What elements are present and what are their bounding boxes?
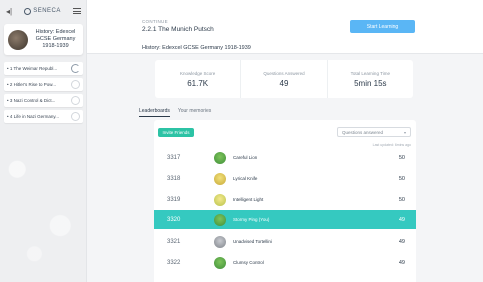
row-score: 50 [398, 154, 405, 161]
section-label: • 3 Nazi Control & Dict... [7, 98, 56, 103]
seneca-logo-icon [24, 7, 32, 15]
row-rank: 3322 [167, 259, 181, 266]
stat-knowledge-score: Knowledge Score 61.7K [155, 60, 242, 98]
stat-label: Questions Answered [263, 70, 305, 76]
course-title: History: Edexcel GCSE Germany 1918-1939 [35, 29, 76, 49]
continue-title[interactable]: 2.2.1 The Munich Putsch [142, 26, 214, 33]
chevron-down-icon: ▾ [403, 129, 406, 135]
tab-leaderboards[interactable]: Leaderboards [139, 108, 170, 117]
section-list: • 1 The Weimar Republ... • 2 Hitler's Ri… [4, 62, 83, 126]
stat-value: 49 [279, 78, 289, 88]
sidebar-section-1[interactable]: • 1 The Weimar Republ... [4, 62, 83, 75]
stats-panel: Knowledge Score 61.7K Questions Answered… [155, 60, 413, 98]
stat-label: Total Learning Time [350, 70, 390, 76]
leaderboard-row[interactable]: 3321 Unadvised Tortellini 49 [154, 232, 416, 251]
row-rank: 3318 [167, 175, 181, 182]
section-label: • 2 Hitler's Rise to Pow... [7, 82, 56, 87]
back-arrow-icon[interactable]: ◂| [6, 7, 12, 16]
main-content: CONTINUE 2.2.1 The Munich Putsch Start L… [87, 0, 483, 282]
leaderboard-row[interactable]: 3317 Careful Lion 50 [154, 148, 416, 167]
sidebar: ◂| SENECA History: Edexcel GCSE Germany … [0, 0, 87, 282]
row-name: Stormy Ping (You) [233, 217, 270, 222]
sort-select[interactable]: Questions answered ▾ [337, 127, 411, 137]
course-card[interactable]: History: Edexcel GCSE Germany 1918-1939 [4, 24, 83, 55]
sidebar-section-4[interactable]: • 4 Life in Nazi Germany... [4, 110, 83, 123]
stat-learning-time: Total Learning Time 5min 15s [328, 60, 413, 98]
leaderboard-row[interactable]: 3319 Intelligent Light 50 [154, 190, 416, 209]
progress-ring-icon [71, 96, 80, 105]
section-label: • 1 The Weimar Republ... [7, 66, 58, 71]
tab-bar: Leaderboards Your memories [139, 108, 211, 117]
logo-text: SENECA [33, 8, 61, 14]
row-rank: 3321 [167, 238, 181, 245]
sort-select-value: Questions answered [342, 129, 384, 135]
leaderboard-row[interactable]: 3322 Clumsy Control 49 [154, 253, 416, 272]
ping-avatar-icon [214, 213, 226, 226]
logo[interactable]: SENECA [24, 7, 61, 15]
row-rank: 3319 [167, 196, 181, 203]
leaderboard-row[interactable]: 3318 Lyrical Knife 50 [154, 169, 416, 188]
progress-ring-icon [71, 80, 80, 89]
continue-header: CONTINUE 2.2.1 The Munich Putsch Start L… [87, 0, 483, 54]
row-name: Careful Lion [233, 155, 258, 160]
sidebar-section-2[interactable]: • 2 Hitler's Rise to Pow... [4, 78, 83, 91]
sidebar-section-3[interactable]: • 3 Nazi Control & Dict... [4, 94, 83, 107]
row-score: 50 [398, 196, 405, 203]
stat-label: Knowledge Score [180, 70, 216, 76]
row-score: 49 [398, 238, 405, 245]
section-label: • 4 Life in Nazi Germany... [7, 114, 60, 119]
knife-avatar-icon [214, 172, 226, 185]
row-score: 49 [398, 259, 405, 266]
tab-your-memories[interactable]: Your memories [178, 108, 211, 117]
leaderboard-panel: Invite Friends Questions answered ▾ Last… [154, 120, 416, 282]
control-avatar-icon [214, 256, 226, 269]
progress-ring-icon [71, 64, 80, 73]
row-rank: 3317 [167, 154, 181, 161]
row-name: Clumsy Control [233, 260, 264, 265]
row-rank: 3320 [167, 216, 181, 223]
hamburger-menu-icon[interactable] [73, 8, 81, 14]
course-path: History: Edexcel GCSE Germany 1918-1939 [142, 45, 251, 51]
row-name: Unadvised Tortellini [233, 239, 272, 244]
start-learning-button[interactable]: Start Learning [350, 20, 415, 33]
lion-avatar-icon [214, 151, 226, 164]
course-thumbnail [8, 29, 28, 50]
row-score: 49 [398, 216, 405, 223]
stat-value: 5min 15s [354, 78, 387, 88]
row-name: Intelligent Light [233, 197, 264, 202]
last-updated-note: Last updated: 6mins ago [372, 143, 411, 147]
light-avatar-icon [214, 193, 226, 206]
leaderboard-row-current-user[interactable]: 3320 Stormy Ping (You) 49 [154, 210, 416, 229]
row-name: Lyrical Knife [233, 176, 258, 181]
tortellini-avatar-icon [214, 235, 226, 248]
stat-questions-answered: Questions Answered 49 [241, 60, 328, 98]
continue-label: CONTINUE [142, 19, 168, 24]
progress-ring-icon [71, 112, 80, 121]
row-score: 50 [398, 175, 405, 182]
invite-friends-button[interactable]: Invite Friends [158, 128, 194, 137]
stat-value: 61.7K [187, 78, 209, 88]
sidebar-topbar: ◂| SENECA [0, 0, 87, 22]
